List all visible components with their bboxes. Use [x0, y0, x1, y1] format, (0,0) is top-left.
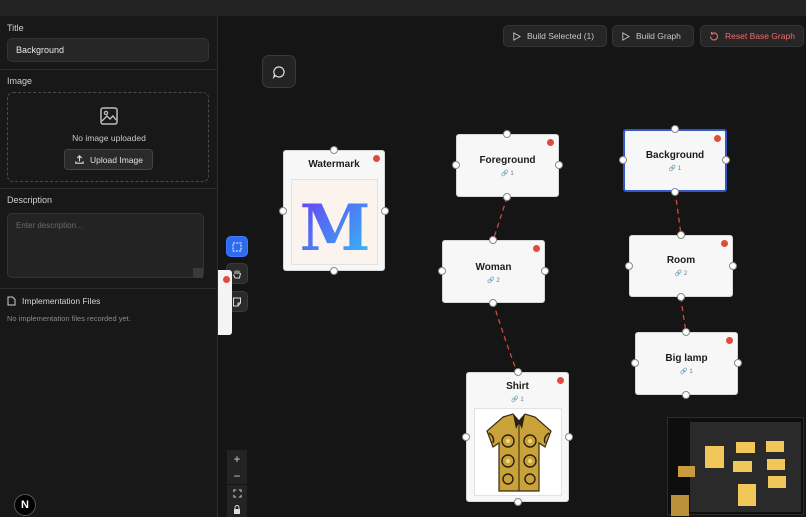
- node-title: Watermark: [308, 159, 360, 170]
- minimap-node: [766, 441, 784, 452]
- node-handle[interactable]: [555, 161, 563, 169]
- edge-foreground-woman: [492, 196, 508, 241]
- node-handle[interactable]: [677, 231, 685, 239]
- node-handle[interactable]: [631, 359, 639, 367]
- build-graph-label: Build Graph: [636, 31, 681, 41]
- minimap-node: [733, 461, 752, 472]
- shirt-image: [486, 413, 552, 492]
- status-dot: [721, 240, 728, 247]
- node-title: Background: [645, 150, 705, 161]
- zoom-in-button[interactable]: +: [227, 450, 247, 467]
- node-handle[interactable]: [734, 359, 742, 367]
- minimap-node: [738, 484, 756, 506]
- status-dot: [726, 337, 733, 344]
- node-handle[interactable]: [729, 262, 737, 270]
- node-shirt[interactable]: Shirt 🔗 1: [466, 372, 569, 502]
- node-handle[interactable]: [503, 193, 511, 201]
- fit-view-button[interactable]: [227, 485, 247, 502]
- node-handle[interactable]: [489, 236, 497, 244]
- node-handle[interactable]: [619, 156, 627, 164]
- select-tool-button[interactable]: [226, 236, 248, 257]
- play-icon: [513, 31, 521, 41]
- node-foreground[interactable]: Foreground 🔗 1: [456, 134, 559, 197]
- edge-room-biglamp: [680, 296, 687, 333]
- node-handle[interactable]: [682, 328, 690, 336]
- link-count: 🔗 1: [680, 369, 693, 375]
- play-icon: [622, 31, 630, 41]
- build-graph-button[interactable]: Build Graph: [612, 25, 694, 47]
- link-count: 🔗 1: [501, 171, 514, 177]
- chat-bubble-icon: [272, 65, 285, 79]
- node-handle[interactable]: [677, 293, 685, 301]
- node-handle[interactable]: [381, 207, 389, 215]
- node-handle[interactable]: [682, 391, 690, 399]
- minimap-node: [736, 442, 755, 453]
- node-handle[interactable]: [565, 433, 573, 441]
- node-image: [474, 408, 562, 496]
- zoom-out-button[interactable]: −: [227, 467, 247, 484]
- edge-woman-shirt: [492, 301, 518, 373]
- node-background[interactable]: Background 🔗 1: [623, 129, 727, 192]
- selection-box-icon: [232, 242, 242, 251]
- node-handle[interactable]: [514, 498, 522, 506]
- status-dot: [547, 139, 554, 146]
- node-handle[interactable]: [489, 299, 497, 307]
- node-handle[interactable]: [671, 188, 679, 196]
- plus-icon: +: [233, 451, 241, 466]
- sticky-note-icon: [233, 297, 241, 306]
- minimap-node: [767, 459, 785, 470]
- node-handle[interactable]: [722, 156, 730, 164]
- link-count: 🔗 1: [511, 397, 524, 403]
- minimap-node: [671, 495, 689, 516]
- status-dot: [533, 245, 540, 252]
- edge-background-room: [674, 190, 682, 236]
- reset-base-graph-label: Reset Base Graph: [725, 31, 795, 41]
- build-selected-label: Build Selected (1): [527, 31, 595, 41]
- node-handle[interactable]: [625, 262, 633, 270]
- lock-button[interactable]: [227, 502, 247, 517]
- status-dot: [223, 276, 230, 283]
- minus-icon: −: [233, 468, 241, 483]
- chat-button[interactable]: [262, 55, 296, 88]
- node-watermark[interactable]: Watermark M: [283, 150, 385, 271]
- reset-icon: [709, 32, 718, 41]
- node-title: Foreground: [479, 155, 536, 166]
- node-title: Shirt: [506, 381, 529, 392]
- node-handle[interactable]: [462, 433, 470, 441]
- fit-view-icon: [232, 489, 242, 498]
- status-dot: [714, 135, 721, 142]
- minimap-node: [678, 466, 695, 477]
- svg-text:M: M: [300, 191, 371, 266]
- node-handle[interactable]: [503, 130, 511, 138]
- node-big-lamp[interactable]: Big lamp 🔗 1: [635, 332, 738, 395]
- link-count: 🔗 1: [668, 166, 682, 172]
- link-count: 🔗 2: [674, 271, 688, 277]
- node-room[interactable]: Room 🔗 2: [629, 235, 733, 297]
- lock-icon: [234, 505, 240, 514]
- minimap[interactable]: [667, 417, 804, 516]
- node-title: Woman: [475, 262, 512, 273]
- node-image: M: [291, 179, 378, 266]
- node-handle[interactable]: [541, 267, 549, 275]
- minimap-node: [705, 446, 724, 468]
- partial-node[interactable]: [218, 270, 232, 335]
- minimap-node: [768, 476, 786, 488]
- node-woman[interactable]: Woman 🔗 2: [442, 240, 545, 303]
- link-count: 🔗 2: [487, 278, 500, 284]
- node-title: Room: [666, 255, 696, 266]
- node-title: Big lamp: [665, 353, 708, 364]
- node-handle[interactable]: [279, 207, 287, 215]
- hand-icon: [233, 269, 241, 278]
- build-selected-button[interactable]: Build Selected (1): [503, 25, 607, 47]
- node-handle[interactable]: [514, 368, 522, 376]
- node-handle[interactable]: [330, 267, 338, 275]
- node-handle[interactable]: [671, 125, 679, 133]
- node-handle[interactable]: [452, 161, 460, 169]
- reset-base-graph-button[interactable]: Reset Base Graph: [700, 25, 804, 47]
- watermark-logo: M: [300, 191, 371, 266]
- node-handle[interactable]: [330, 146, 338, 154]
- node-handle[interactable]: [438, 267, 446, 275]
